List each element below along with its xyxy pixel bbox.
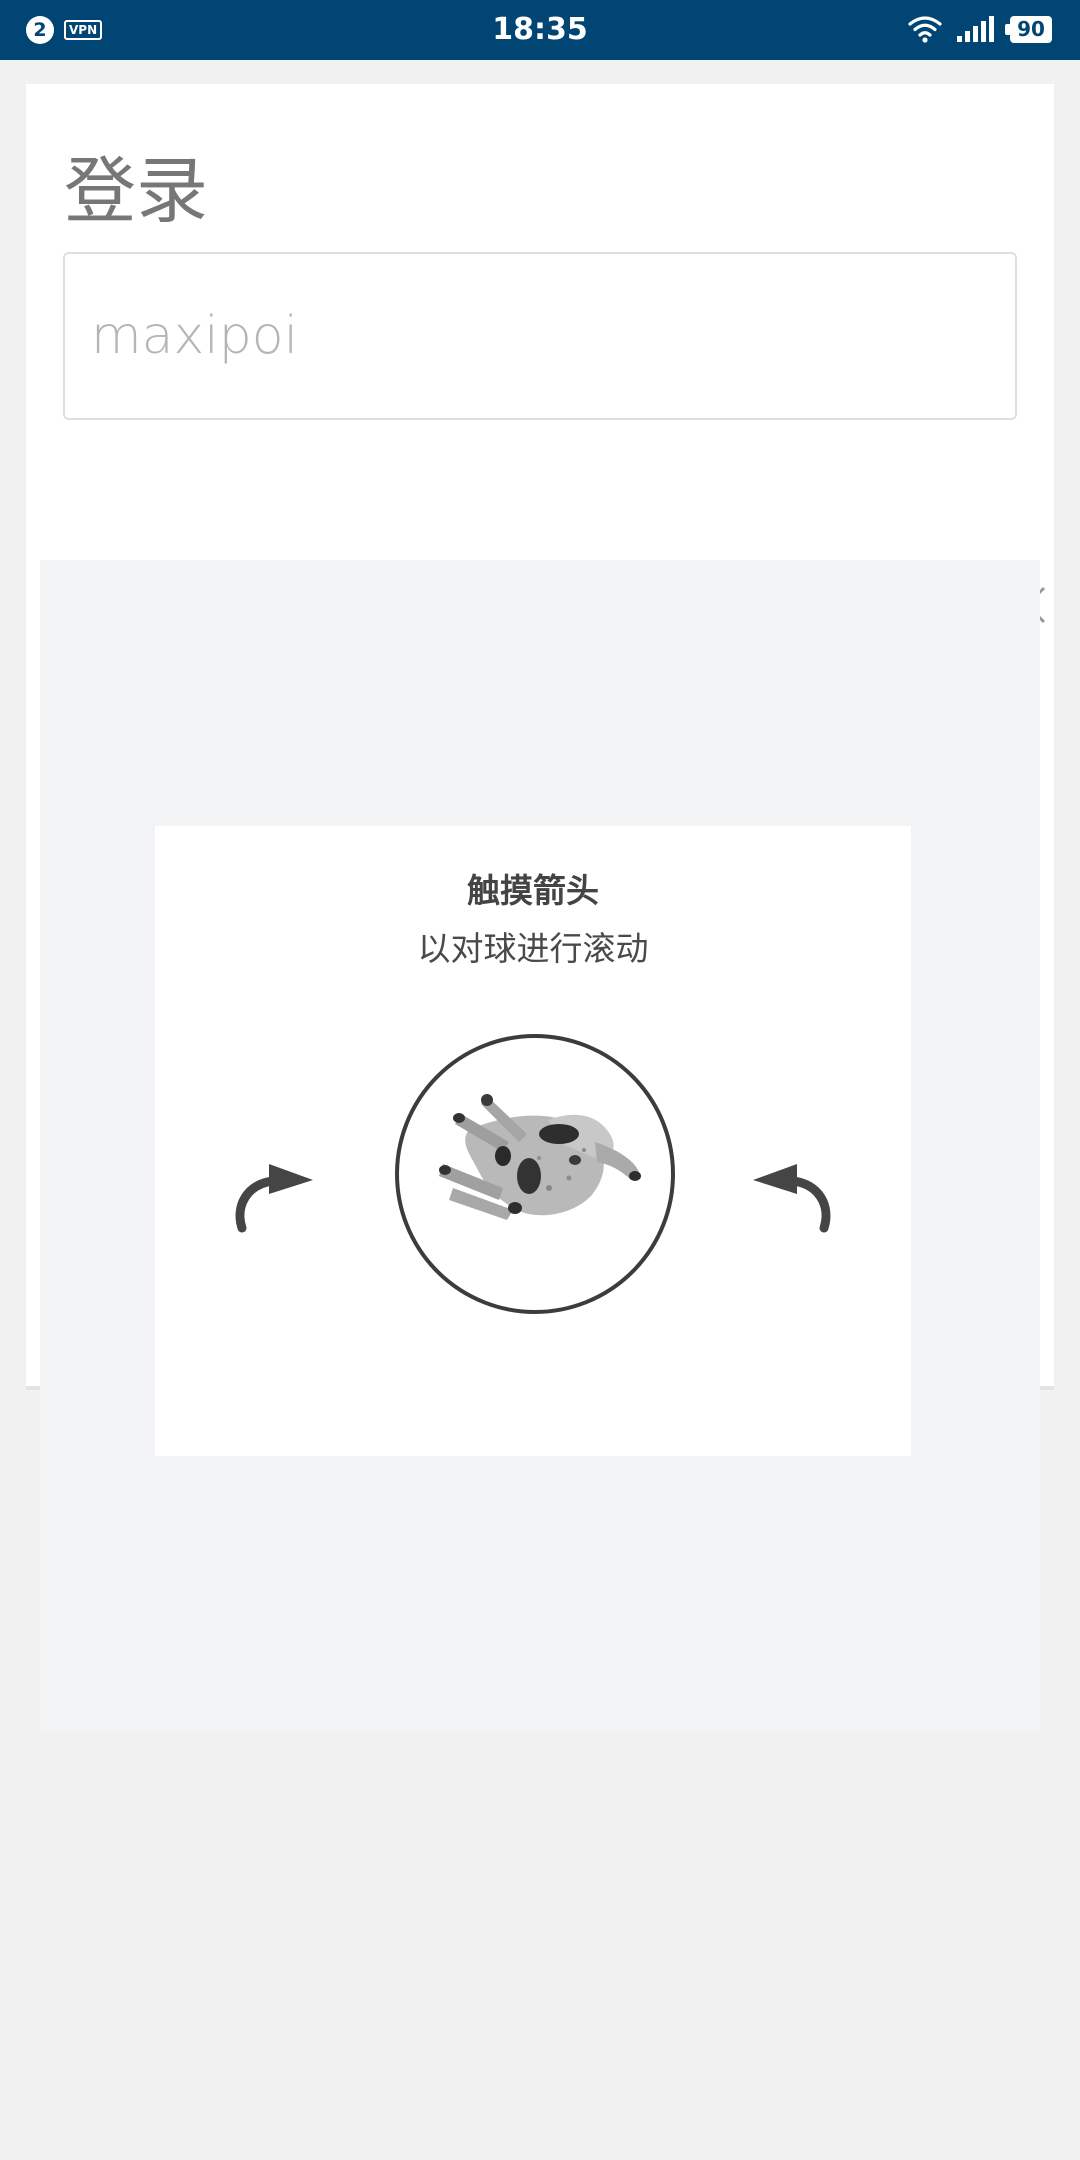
- rotate-left-arrow-icon[interactable]: [225, 1146, 325, 1236]
- captcha-overlay: 触摸箭头 以对球进行滚动: [40, 560, 1040, 1732]
- signal-icon: [957, 16, 994, 42]
- vpn-icon: VPN: [64, 20, 103, 40]
- animal-image: [439, 1094, 641, 1220]
- page-title: 登录: [64, 149, 209, 233]
- notification-count-badge: 2: [26, 16, 54, 44]
- captcha-instruction: 以对球进行滚动: [417, 929, 649, 968]
- status-bar: 2 VPN 18:35 90: [0, 0, 1080, 60]
- rotation-ball: [395, 1034, 675, 1314]
- battery-icon: 90: [1005, 16, 1052, 43]
- rotate-right-arrow-icon[interactable]: [741, 1146, 841, 1236]
- wifi-icon: [908, 16, 942, 43]
- username-input[interactable]: [63, 252, 1017, 420]
- captcha-title: 触摸箭头: [467, 871, 599, 910]
- captcha-panel: 触摸箭头 以对球进行滚动: [155, 826, 911, 1456]
